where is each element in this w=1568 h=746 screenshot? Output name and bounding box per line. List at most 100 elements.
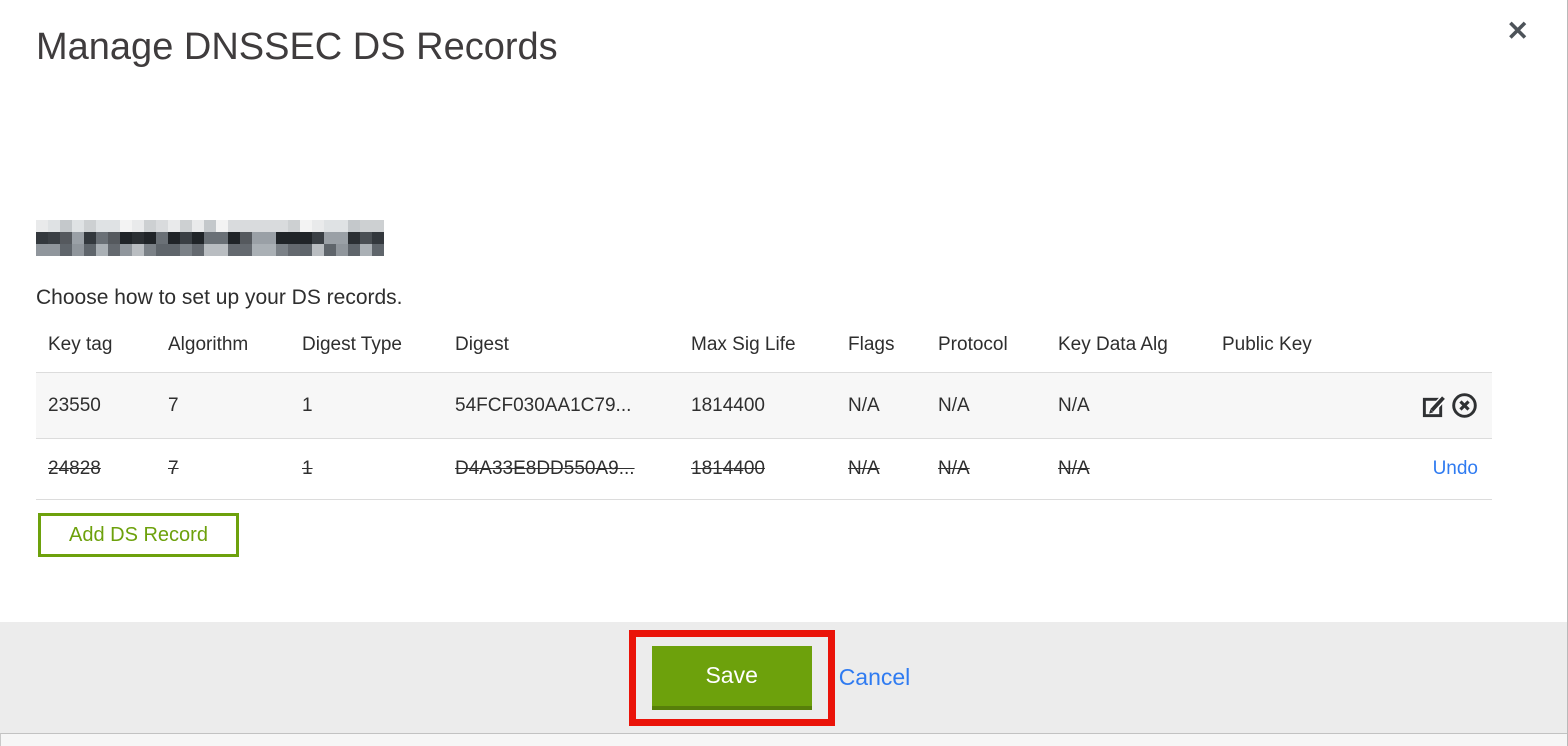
cell-key-data-alg: N/A bbox=[1058, 394, 1090, 416]
redaction-block bbox=[324, 244, 336, 256]
redaction-block bbox=[348, 244, 360, 256]
redaction-block bbox=[192, 220, 204, 232]
redaction-block bbox=[216, 232, 228, 244]
cell-key-data-alg: N/A bbox=[1058, 458, 1090, 479]
redaction-block bbox=[180, 232, 192, 244]
redaction-block bbox=[360, 244, 372, 256]
redaction-block bbox=[288, 232, 300, 244]
redaction-block bbox=[120, 244, 132, 256]
add-ds-record-button[interactable]: Add DS Record bbox=[38, 513, 239, 557]
cell-digest: D4A33E8DD550A9... bbox=[455, 458, 635, 479]
cell-max-sig-life: 1814400 bbox=[691, 394, 765, 416]
redaction-block bbox=[204, 244, 216, 256]
table-row-deleted: 24828 7 1 D4A33E8DD550A9... 1814400 N/A … bbox=[36, 438, 1492, 500]
redaction-block bbox=[324, 220, 336, 232]
row-actions: Undo bbox=[1350, 439, 1492, 500]
cell-public-key bbox=[1210, 373, 1350, 439]
cell-key-tag: 23550 bbox=[48, 394, 101, 416]
redaction-block bbox=[120, 220, 132, 232]
redaction-block bbox=[276, 220, 288, 232]
redaction-block bbox=[132, 244, 144, 256]
redaction-block bbox=[336, 244, 348, 256]
page-bottom-strip bbox=[0, 733, 1567, 746]
delete-record-icon[interactable] bbox=[1451, 392, 1478, 419]
redaction-block bbox=[348, 220, 360, 232]
redaction-block bbox=[204, 220, 216, 232]
redaction-block bbox=[132, 232, 144, 244]
redaction-block bbox=[144, 244, 156, 256]
redaction-block bbox=[276, 232, 288, 244]
redaction-block bbox=[228, 232, 240, 244]
redaction-block bbox=[180, 220, 192, 232]
redaction-block bbox=[36, 220, 48, 232]
redaction-block bbox=[156, 232, 168, 244]
redaction-block bbox=[252, 244, 264, 256]
redaction-block bbox=[264, 232, 276, 244]
redaction-block bbox=[48, 220, 60, 232]
redaction-block bbox=[264, 220, 276, 232]
col-header-digest-type: Digest Type bbox=[302, 334, 402, 355]
save-highlight-annotation: Save bbox=[628, 629, 835, 726]
redaction-block bbox=[72, 232, 84, 244]
col-header-protocol: Protocol bbox=[938, 334, 1008, 355]
redaction-block bbox=[72, 244, 84, 256]
redaction-block bbox=[348, 232, 360, 244]
cell-protocol: N/A bbox=[938, 394, 970, 416]
redaction-block bbox=[336, 232, 348, 244]
redaction-block bbox=[180, 244, 192, 256]
redaction-block bbox=[276, 244, 288, 256]
redaction-block bbox=[300, 244, 312, 256]
redaction-block bbox=[96, 220, 108, 232]
cell-flags: N/A bbox=[848, 458, 880, 479]
redaction-block bbox=[360, 220, 372, 232]
redaction-block bbox=[156, 220, 168, 232]
redaction-block bbox=[144, 220, 156, 232]
redaction-block bbox=[228, 244, 240, 256]
redaction-block bbox=[360, 232, 372, 244]
redaction-block bbox=[84, 232, 96, 244]
col-header-key-tag: Key tag bbox=[48, 334, 113, 355]
redaction-block bbox=[312, 244, 324, 256]
redaction-block bbox=[312, 220, 324, 232]
cell-algorithm: 7 bbox=[168, 458, 179, 479]
cancel-link[interactable]: Cancel bbox=[839, 664, 911, 691]
save-button[interactable]: Save bbox=[651, 645, 812, 710]
redaction-block bbox=[372, 232, 384, 244]
redaction-block bbox=[60, 232, 72, 244]
col-header-max-sig-life: Max Sig Life bbox=[691, 334, 796, 355]
redaction-block bbox=[372, 220, 384, 232]
cell-public-key bbox=[1210, 439, 1350, 500]
redaction-block bbox=[240, 232, 252, 244]
row-actions bbox=[1350, 373, 1492, 439]
redaction-block bbox=[144, 232, 156, 244]
redaction-block bbox=[132, 220, 144, 232]
redaction-block bbox=[168, 244, 180, 256]
cell-digest: 54FCF030AA1C79... bbox=[455, 394, 632, 416]
redaction-block bbox=[252, 232, 264, 244]
redacted-domain-name bbox=[36, 220, 384, 256]
redaction-block bbox=[288, 244, 300, 256]
redaction-block bbox=[108, 244, 120, 256]
ds-records-table: Key tag Algorithm Digest Type Digest Max… bbox=[36, 328, 1492, 500]
redaction-block bbox=[36, 244, 48, 256]
redaction-block bbox=[312, 232, 324, 244]
table-row: 23550 7 1 54FCF030AA1C79... 1814400 N/A … bbox=[36, 372, 1492, 439]
cell-flags: N/A bbox=[848, 394, 880, 416]
cell-protocol: N/A bbox=[938, 458, 970, 479]
col-header-digest: Digest bbox=[455, 334, 509, 355]
redaction-block bbox=[216, 220, 228, 232]
redaction-block bbox=[48, 244, 60, 256]
redaction-block bbox=[36, 232, 48, 244]
edit-record-icon[interactable] bbox=[1421, 392, 1448, 419]
redaction-block bbox=[120, 232, 132, 244]
redaction-block bbox=[324, 232, 336, 244]
redaction-block bbox=[228, 220, 240, 232]
redaction-block bbox=[108, 232, 120, 244]
undo-link[interactable]: Undo bbox=[1433, 458, 1478, 479]
redaction-block bbox=[240, 244, 252, 256]
close-icon[interactable]: ✕ bbox=[1506, 18, 1529, 45]
redaction-block bbox=[156, 244, 168, 256]
redaction-block bbox=[84, 244, 96, 256]
col-header-actions bbox=[1350, 328, 1492, 373]
instruction-text: Choose how to set up your DS records. bbox=[36, 286, 403, 309]
